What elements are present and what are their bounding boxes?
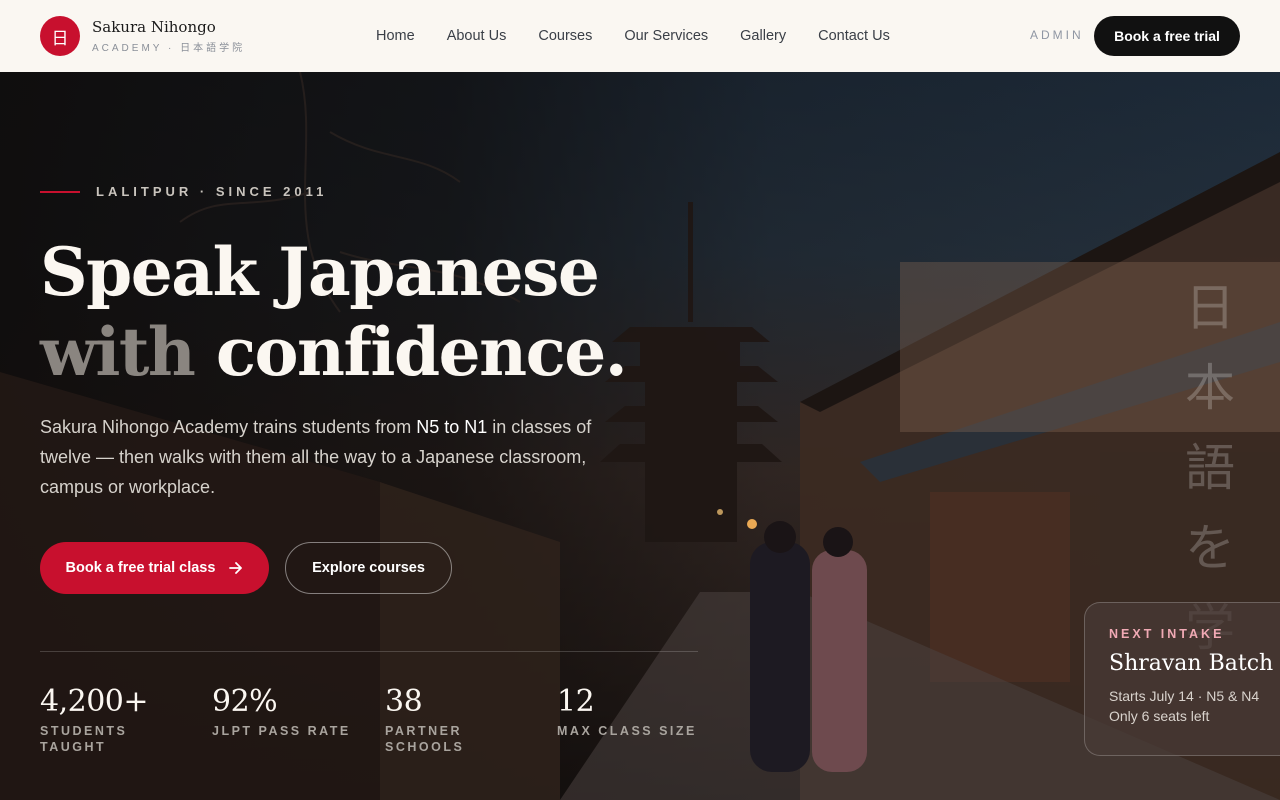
intake-title: Shravan Batch: [1109, 651, 1274, 676]
headline-line-1: Speak Japanese: [40, 233, 600, 311]
hero-lead: Sakura Nihongo Academy trains students f…: [40, 412, 620, 502]
kanji-char: 本: [1185, 359, 1235, 417]
stat-jlpt-pass-rate: 92% JLPT PASS RATE: [212, 684, 351, 739]
stat-label-line-2: TAUGHT: [40, 740, 107, 754]
headline-line-2-rest: confidence.: [194, 313, 628, 391]
stat-max-class-size: 12 MAX CLASS SIZE: [557, 684, 697, 739]
kanji-char: を: [1185, 519, 1235, 577]
nav-about-us[interactable]: About Us: [447, 28, 507, 44]
book-free-trial-button[interactable]: Book a free trial: [1094, 16, 1240, 56]
stats-divider: [40, 651, 698, 652]
intake-kicker: NEXT INTAKE: [1109, 627, 1225, 641]
stat-value: 38: [385, 684, 423, 719]
stat-label-line-1: MAX CLASS SIZE: [557, 724, 697, 738]
lead-highlight: N5 to N1: [416, 417, 488, 437]
nav-gallery[interactable]: Gallery: [740, 28, 786, 44]
stat-label-line-2: SCHOOLS: [385, 740, 465, 754]
stat-value: 12: [557, 684, 595, 719]
kicker-accent-line: [40, 190, 80, 193]
hero-kicker: LALITPUR · SINCE 2011: [40, 184, 327, 199]
hero-section: LALITPUR · SINCE 2011 Speak Japanese wit…: [0, 72, 1280, 800]
kicker-text: LALITPUR · SINCE 2011: [96, 184, 328, 199]
stat-label: STUDENTS TAUGHT: [40, 723, 148, 755]
brand-name: Sakura Nihongo: [92, 18, 216, 36]
arrow-right-icon: [229, 562, 243, 574]
headline-dim-word: with: [40, 313, 196, 391]
next-intake-card[interactable]: NEXT INTAKE Shravan Batch Starts July 14…: [1084, 602, 1280, 756]
intake-detail: Starts July 14 · N5 & N4: [1109, 688, 1260, 704]
stat-value: 92%: [212, 684, 278, 719]
brand-logo-link[interactable]: 日 Sakura Nihongo ACADEMY · 日本語学院: [40, 16, 340, 56]
stat-label: MAX CLASS SIZE: [557, 723, 697, 739]
stat-label-line-1: JLPT PASS RATE: [212, 724, 351, 738]
stat-value: 4,200+: [40, 684, 149, 719]
hero-headline: Speak Japanese with confidence.: [40, 232, 628, 392]
main-nav: Home About Us Courses Our Services Galle…: [376, 0, 922, 72]
stat-label-line-1: STUDENTS: [40, 724, 128, 738]
stat-label: PARTNER SCHOOLS: [385, 723, 464, 755]
kanji-char: 日: [1185, 279, 1235, 337]
stat-partner-schools: 38 PARTNER SCHOOLS: [385, 684, 464, 755]
site-header: 日 Sakura Nihongo ACADEMY · 日本語学院 Home Ab…: [0, 0, 1280, 72]
explore-courses-button[interactable]: Explore courses: [285, 542, 452, 594]
lead-text-start: Sakura Nihongo Academy trains students f…: [40, 417, 417, 437]
nav-home[interactable]: Home: [376, 28, 415, 44]
stat-students-taught: 4,200+ STUDENTS TAUGHT: [40, 684, 149, 755]
primary-cta-label: Book a free trial class: [65, 560, 216, 576]
stat-label: JLPT PASS RATE: [212, 723, 351, 739]
stat-label-line-1: PARTNER: [385, 724, 462, 738]
nav-contact-us[interactable]: Contact Us: [818, 28, 890, 44]
brand-text: Sakura Nihongo ACADEMY · 日本語学院: [92, 18, 245, 54]
kanji-char: 語: [1185, 439, 1235, 497]
intake-seats: Only 6 seats left: [1109, 708, 1210, 724]
brand-mark-icon: 日: [40, 16, 80, 56]
brand-subtitle: ACADEMY · 日本語学院: [92, 43, 246, 54]
admin-link[interactable]: ADMIN: [1030, 28, 1084, 42]
book-free-trial-class-button[interactable]: Book a free trial class: [40, 542, 269, 594]
nav-courses[interactable]: Courses: [538, 28, 592, 44]
nav-our-services[interactable]: Our Services: [624, 28, 708, 44]
